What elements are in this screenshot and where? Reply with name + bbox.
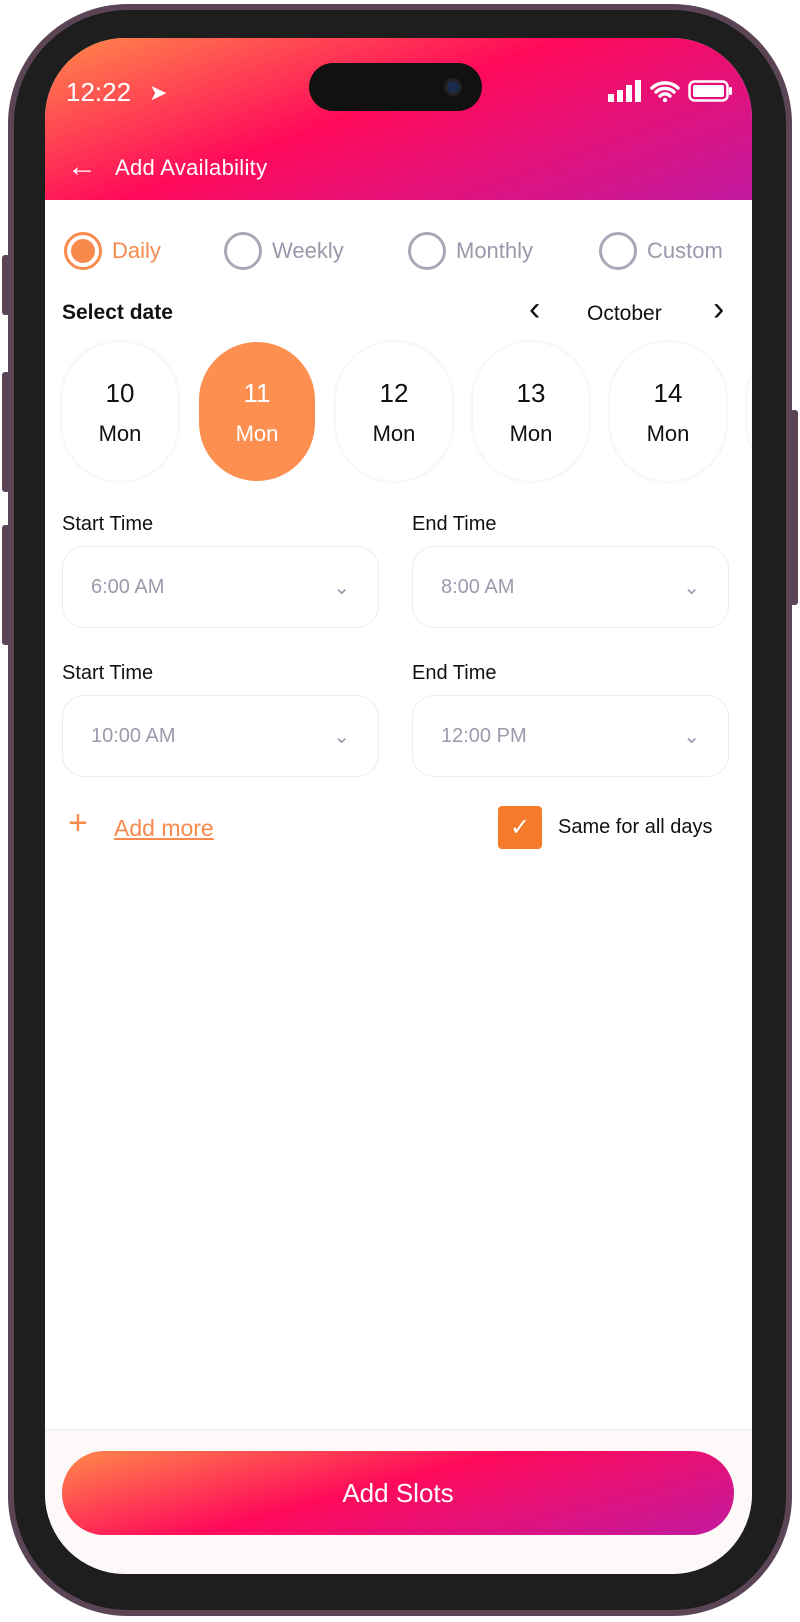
date-number: 13 [516, 378, 546, 408]
back-arrow-icon[interactable]: ← [67, 150, 97, 184]
header: 12:22 ➤ ← Add Availability [45, 38, 752, 200]
mute-switch [2, 255, 10, 315]
month-label: October [587, 302, 662, 325]
add-slots-button[interactable]: Add Slots [62, 1451, 734, 1535]
end-time-label: End Time [412, 513, 497, 535]
date-pill[interactable]: 12 Mon [336, 342, 452, 481]
same-for-all-days-checkbox[interactable]: ✓ [498, 806, 542, 849]
start-time-dropdown[interactable]: 6:00 AM ⌄ [62, 546, 379, 628]
chevron-down-icon: ⌄ [683, 576, 700, 599]
checkmark-icon: ✓ [509, 814, 531, 841]
radio-weekly[interactable]: Weekly [224, 232, 344, 270]
chevron-down-icon: ⌄ [683, 725, 700, 748]
date-pill-partial[interactable] [747, 342, 752, 481]
radio-daily[interactable]: Daily [64, 232, 161, 270]
power-button [790, 410, 798, 605]
radio-label: Custom [647, 238, 723, 263]
plus-icon[interactable]: + [68, 804, 88, 843]
cellular-signal-icon [608, 80, 641, 102]
radio-label: Daily [112, 238, 161, 263]
prev-month-chevron-icon[interactable]: ‹ [529, 290, 540, 329]
date-weekday: Mon [235, 421, 279, 446]
location-arrow-icon: ➤ [149, 80, 168, 105]
date-pill[interactable]: 10 Mon [62, 342, 178, 481]
date-number: 12 [379, 378, 409, 408]
chevron-down-icon: ⌄ [333, 725, 350, 748]
camera-icon [444, 78, 462, 96]
same-for-all-days-label: Same for all days [558, 816, 713, 838]
date-weekday: Mon [98, 421, 142, 446]
volume-up-button [2, 372, 10, 492]
radio-custom[interactable]: Custom [599, 232, 723, 270]
dropdown-value: 6:00 AM [91, 575, 165, 598]
add-more-link[interactable]: Add more [114, 815, 214, 842]
date-weekday: Mon [646, 421, 690, 446]
start-time-label: Start Time [62, 662, 154, 684]
date-weekday: Mon [509, 421, 553, 446]
next-month-chevron-icon[interactable]: › [713, 290, 724, 329]
date-number: 14 [653, 378, 683, 408]
dynamic-island [309, 63, 482, 111]
volume-down-button [2, 525, 10, 645]
dropdown-value: 10:00 AM [91, 724, 176, 747]
radio-label: Weekly [272, 238, 344, 263]
date-weekday: Mon [372, 421, 416, 446]
date-pill[interactable]: 13 Mon [473, 342, 589, 481]
app-screen: 12:22 ➤ ← Add Availability Daily Weekly … [45, 38, 752, 1574]
battery-icon [688, 80, 732, 102]
end-time-dropdown[interactable]: 12:00 PM ⌄ [412, 695, 729, 777]
start-time-dropdown[interactable]: 10:00 AM ⌄ [62, 695, 379, 777]
status-time: 12:22 [66, 77, 132, 107]
wifi-icon [650, 81, 680, 102]
end-time-label: End Time [412, 662, 497, 684]
date-pill[interactable]: 14 Mon [610, 342, 726, 481]
radio-unselected-icon [408, 232, 446, 270]
dropdown-value: 12:00 PM [441, 724, 527, 747]
end-time-dropdown[interactable]: 8:00 AM ⌄ [412, 546, 729, 628]
select-date-label: Select date [62, 301, 173, 324]
radio-monthly[interactable]: Monthly [408, 232, 533, 270]
page-title: Add Availability [115, 155, 268, 180]
date-number: 11 [243, 378, 271, 408]
radio-selected-icon [64, 232, 102, 270]
date-pill-selected[interactable]: 11 Mon [199, 342, 315, 481]
start-time-label: Start Time [62, 513, 154, 535]
radio-unselected-icon [599, 232, 637, 270]
radio-unselected-icon [224, 232, 262, 270]
chevron-down-icon: ⌄ [333, 576, 350, 599]
date-number: 10 [105, 378, 135, 408]
radio-label: Monthly [456, 238, 534, 263]
dropdown-value: 8:00 AM [441, 575, 515, 598]
